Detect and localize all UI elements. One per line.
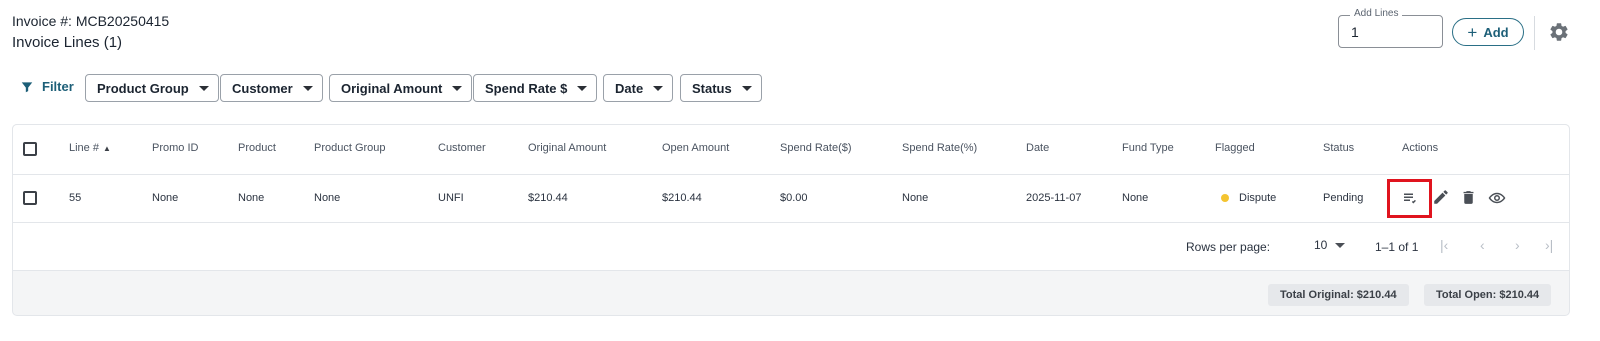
add-lines-value: 1 [1351,24,1359,40]
row-checkbox[interactable] [23,191,37,205]
rows-per-page-value: 10 [1314,238,1328,252]
cell-product-group: None [314,192,341,204]
chip-label: Spend Rate $ [485,80,568,96]
add-button[interactable]: + Add [1452,18,1524,46]
chevron-down-icon [577,85,588,91]
chip-label: Status [692,80,732,96]
filter-chip-date[interactable]: Date [603,74,674,102]
chip-label: Original Amount [341,80,443,96]
flag-status-dot [1221,194,1229,202]
column-header-spend-rate-pct: Spend Rate(%) [902,142,978,154]
sort-ascending-icon: ▲ [102,143,111,153]
cell-fund-type: None [1122,192,1149,204]
filter-label: Filter [42,79,74,94]
chevron-down-icon [302,85,313,91]
pagination-range: 1–1 of 1 [1375,240,1419,254]
column-header-product: Product [238,142,276,154]
total-open-badge: Total Open: $210.44 [1424,284,1552,306]
column-header-flagged: Flagged [1215,142,1255,154]
column-header-date: Date [1026,142,1050,154]
filter-chip-spend-rate[interactable]: Spend Rate $ [473,74,598,102]
chevron-down-icon [1335,242,1346,248]
cell-line: 55 [69,192,82,204]
column-header-status: Status [1323,142,1355,154]
cell-promo-id: None [152,192,179,204]
add-button-label: Add [1483,24,1509,40]
filter-chip-product-group[interactable]: Product Group [85,74,219,102]
view-eye-icon[interactable] [1487,189,1507,207]
column-header-actions: Actions [1402,142,1439,154]
chip-label: Date [615,80,644,96]
column-header-line[interactable]: Line # ▲ [69,142,111,154]
cell-original-amount: $210.44 [528,192,568,204]
last-page-icon[interactable]: ›| [1545,237,1553,253]
chevron-down-icon [452,85,463,91]
column-header-spend-rate-dollar: Spend Rate($) [780,142,852,154]
delete-trash-icon[interactable] [1460,188,1477,207]
first-page-icon[interactable]: |‹ [1440,237,1448,253]
chevron-down-icon [653,85,664,91]
column-header-customer: Customer [438,142,486,154]
edit-pencil-icon[interactable] [1432,188,1450,206]
add-lines-label: Add Lines [1350,8,1403,19]
header-divider [1534,16,1535,50]
column-header-promo-id: Promo ID [152,142,199,154]
column-header-label: Line # [69,142,99,154]
column-header-open-amount: Open Amount [662,142,730,154]
action-highlight-box [1387,179,1432,218]
cell-spend-rate-dollar: $0.00 [780,192,808,204]
rows-per-page-select[interactable]: 10 [1314,238,1346,252]
flagged-label: Dispute [1239,192,1277,204]
filter-chip-customer[interactable]: Customer [220,74,323,102]
cell-product: None [238,192,265,204]
column-header-original-amount: Original Amount [528,142,607,154]
chip-label: Product Group [97,80,189,96]
row-divider-line [12,222,1570,223]
cell-open-amount: $210.44 [662,192,702,204]
filter-chip-status[interactable]: Status [680,74,762,102]
cell-status: Pending [1323,192,1364,204]
cell-spend-rate-pct: None [902,192,929,204]
plus-icon: + [1467,22,1478,42]
total-original-badge: Total Original: $210.44 [1268,284,1409,306]
header-divider-line [12,174,1570,175]
chevron-down-icon [198,85,209,91]
filter-chip-original-amount[interactable]: Original Amount [329,74,473,102]
filter-icon [21,81,33,92]
chevron-down-icon [741,85,752,91]
column-header-product-group: Product Group [314,142,386,154]
invoice-number: Invoice #: MCB20250415 [12,13,170,29]
invoice-lines-title: Invoice Lines (1) [12,34,123,51]
column-header-fund-type: Fund Type [1122,142,1174,154]
previous-page-icon[interactable]: ‹ [1480,237,1485,253]
chip-label: Customer [232,80,293,96]
cell-customer: UNFI [438,192,464,204]
filter-button[interactable]: Filter [20,79,74,94]
rows-per-page-label: Rows per page: [1186,240,1271,254]
next-page-icon[interactable]: › [1515,237,1520,253]
gear-icon[interactable] [1548,21,1570,43]
cell-date: 2025-11-07 [1026,192,1082,204]
select-all-checkbox[interactable] [23,142,37,156]
cell-flagged: Dispute [1221,192,1276,204]
